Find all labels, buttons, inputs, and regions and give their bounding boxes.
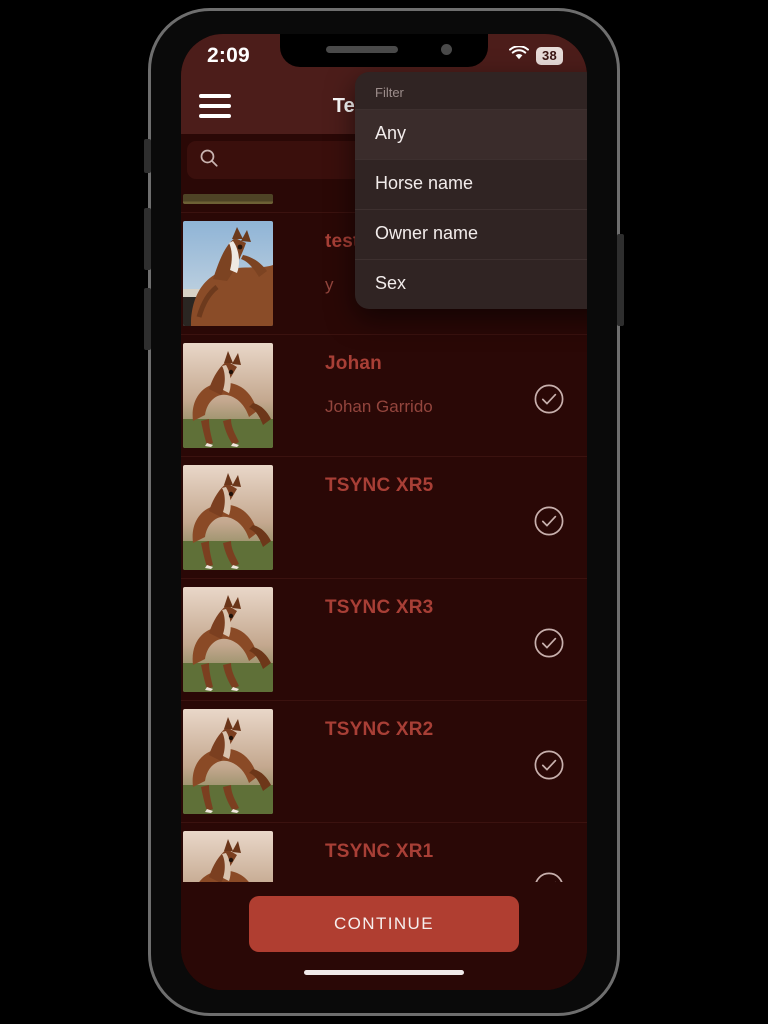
bottom-action-bar: CONTINUE [181, 882, 587, 990]
filter-option-owner-name[interactable]: Owner name [355, 210, 587, 260]
horse-thumbnail [183, 709, 273, 814]
phone-notch [280, 34, 488, 67]
filter-dropdown-menu[interactable]: Filter Any Horse name Owner name Sex [355, 72, 587, 309]
check-circle-icon[interactable] [533, 383, 565, 415]
table-row[interactable]: TSYNC XR2 [181, 701, 587, 823]
horse-thumbnail [183, 343, 273, 448]
row-title: TSYNC XR3 [325, 597, 434, 618]
filter-option-any[interactable]: Any [355, 110, 587, 160]
horse-thumbnail [183, 587, 273, 692]
horse-thumbnail [183, 194, 273, 204]
row-title: Johan [325, 353, 382, 374]
table-row[interactable]: Johan Johan Garrido [181, 335, 587, 457]
battery-indicator: 38 [535, 47, 563, 65]
filter-option-sex[interactable]: Sex [355, 260, 587, 309]
list-row-body: TSYNC XR2 [273, 701, 587, 822]
row-subtitle: y [325, 275, 334, 294]
front-camera [441, 44, 452, 55]
screenshot-stage: 2:09 38 Teasing [0, 0, 768, 1024]
table-row[interactable]: TSYNC XR3 [181, 579, 587, 701]
phone-power-button[interactable] [617, 234, 624, 326]
row-subtitle: Johan Garrido [325, 397, 433, 416]
home-indicator [304, 970, 464, 975]
filter-dropdown-header: Filter [355, 72, 587, 110]
phone-mute-switch[interactable] [144, 139, 151, 173]
check-circle-icon[interactable] [533, 749, 565, 781]
list-row-body: TSYNC XR5 [273, 457, 587, 578]
filter-option-horse-name[interactable]: Horse name [355, 160, 587, 210]
wifi-icon [508, 45, 529, 66]
horse-thumbnail [183, 221, 273, 326]
phone-volume-down-button[interactable] [144, 288, 151, 350]
row-title: TSYNC XR2 [325, 719, 434, 740]
check-circle-icon[interactable] [533, 627, 565, 659]
status-bar-indicators: 38 [508, 45, 565, 66]
continue-button[interactable]: CONTINUE [249, 896, 519, 952]
list-row-body: Johan Johan Garrido [273, 335, 587, 456]
phone-volume-up-button[interactable] [144, 208, 151, 270]
search-icon [199, 148, 219, 173]
phone-screen: 2:09 38 Teasing [181, 34, 587, 990]
horse-thumbnail [183, 465, 273, 570]
earpiece-speaker [326, 46, 398, 53]
row-title: TSYNC XR5 [325, 475, 434, 496]
list-row-body: TSYNC XR3 [273, 579, 587, 700]
row-title: TSYNC XR1 [325, 841, 434, 862]
table-row[interactable]: TSYNC XR5 [181, 457, 587, 579]
check-circle-icon[interactable] [533, 505, 565, 537]
status-bar-time: 2:09 [207, 44, 250, 67]
